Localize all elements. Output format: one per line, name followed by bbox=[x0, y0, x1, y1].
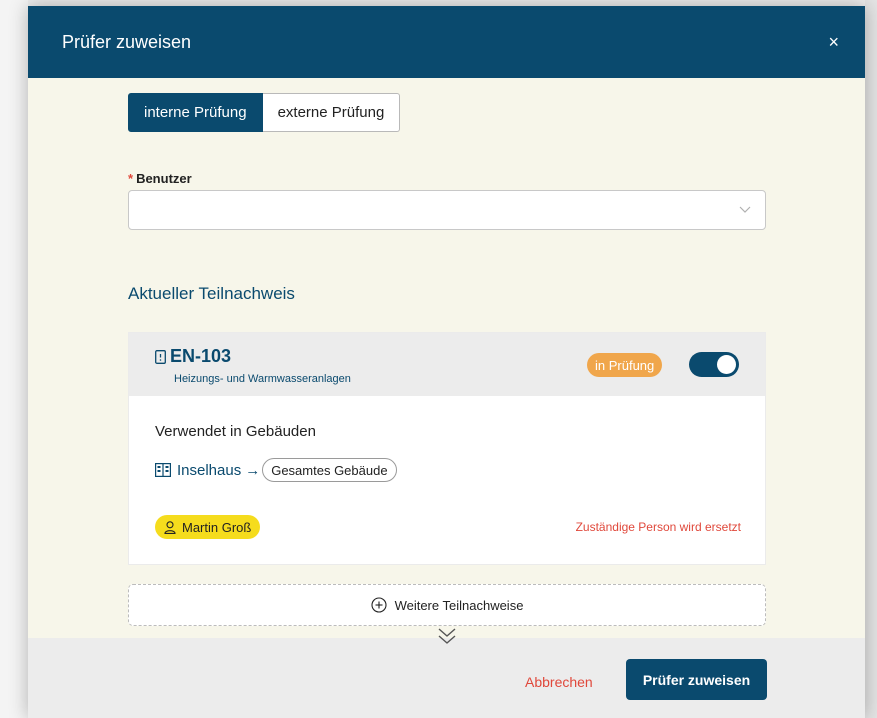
user-label-text: Benutzer bbox=[136, 171, 192, 186]
external-review-button[interactable]: externe Prüfung bbox=[262, 93, 401, 132]
partial-proof-card: EN-103 Heizungs- und Warmwasseranlagen i… bbox=[128, 332, 766, 565]
used-in-buildings-title: Verwendet in Gebäuden bbox=[155, 423, 316, 440]
user-icon bbox=[164, 520, 176, 534]
responsible-person-badge: Martin Groß bbox=[155, 515, 261, 539]
building-link[interactable]: Inselhaus bbox=[177, 462, 241, 479]
plus-circle-icon bbox=[371, 597, 387, 613]
internal-review-button[interactable]: interne Prüfung bbox=[128, 93, 263, 132]
status-badge: in Prüfung bbox=[587, 353, 663, 377]
close-button[interactable]: × bbox=[828, 33, 839, 51]
card-header: EN-103 Heizungs- und Warmwasseranlagen i… bbox=[129, 333, 765, 396]
building-row: Inselhaus → Gesamtes Gebäude bbox=[155, 458, 397, 482]
building-scope-pill: Gesamtes Gebäude bbox=[262, 458, 397, 482]
card-subtitle: Heizungs- und Warmwasseranlagen bbox=[174, 373, 351, 385]
cancel-button[interactable]: Abbrechen bbox=[525, 674, 593, 690]
card-toggle[interactable] bbox=[689, 352, 739, 377]
building-icon bbox=[155, 463, 171, 477]
assign-reviewer-button[interactable]: Prüfer zuweisen bbox=[626, 659, 767, 700]
replace-note: Zuständige Person wird ersetzt bbox=[575, 520, 741, 534]
user-select[interactable] bbox=[128, 190, 766, 230]
document-icon bbox=[155, 350, 166, 364]
toggle-knob bbox=[717, 355, 736, 374]
chevron-down-icon bbox=[739, 206, 751, 213]
arrow-right-icon: → bbox=[245, 461, 261, 479]
section-title: Aktueller Teilnachweis bbox=[128, 284, 295, 303]
more-partial-proofs-button[interactable]: Weitere Teilnachweise bbox=[128, 584, 766, 626]
modal-title: Prüfer zuweisen bbox=[62, 31, 192, 52]
double-chevron-down-icon[interactable] bbox=[436, 626, 458, 646]
review-type-toggle: interne Prüfung externe Prüfung bbox=[128, 93, 401, 132]
modal-header: Prüfer zuweisen × bbox=[28, 6, 865, 78]
person-name: Martin Groß bbox=[182, 519, 252, 535]
backdrop-right bbox=[865, 0, 877, 718]
more-partial-proofs-label: Weitere Teilnachweise bbox=[394, 597, 524, 613]
required-marker: * bbox=[128, 171, 134, 186]
assign-reviewer-modal: Prüfer zuweisen × interne Prüfung extern… bbox=[28, 6, 865, 718]
card-code: EN-103 bbox=[170, 346, 232, 366]
user-field-label: * Benutzer bbox=[128, 171, 192, 186]
backdrop-left bbox=[0, 0, 28, 718]
